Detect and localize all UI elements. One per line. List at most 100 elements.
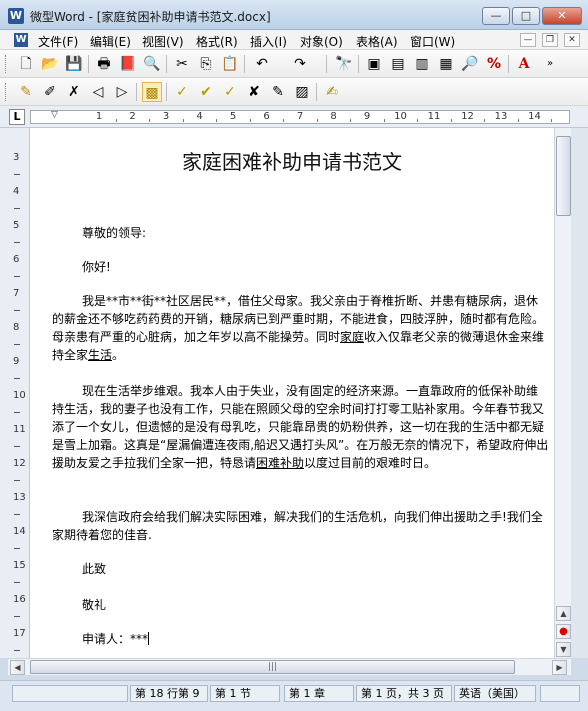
tab-selector[interactable]: L <box>9 109 25 125</box>
show-markup-icon[interactable]: ✎ <box>268 82 288 102</box>
status-language[interactable]: 英语（美国） <box>454 685 536 702</box>
field-icon[interactable]: ▤ <box>388 54 408 74</box>
vertical-ruler-number: 8 <box>13 322 20 333</box>
vertical-scroll-thumb[interactable] <box>556 136 571 216</box>
horizontal-scroll-thumb[interactable]: ||| <box>30 660 515 674</box>
accept-all-icon[interactable]: ✓ <box>220 82 240 102</box>
previous-comment-icon[interactable]: ◁ <box>88 82 108 102</box>
menu-format[interactable]: 格式(R) <box>196 33 238 50</box>
review-toolbar: ✎ ✐ ✗ ◁ ▷ ▩ ✓ ✔ ✓ ✘ ✎ ▨ ✍ <box>0 78 588 106</box>
maximize-button[interactable]: □ <box>512 7 540 25</box>
vertical-ruler-tick <box>14 514 20 515</box>
vertical-ruler-number: 11 <box>13 424 26 435</box>
vertical-ruler-tick <box>14 650 20 651</box>
paragraph-3: 我深信政府会给我们解决实际困难，解决我们的生活危机，向我们伸出援助之手!我们全家… <box>52 510 543 542</box>
page-view-icon[interactable]: ▥ <box>412 54 432 74</box>
ruler-tick <box>517 119 519 122</box>
next-comment-icon[interactable]: ▷ <box>112 82 132 102</box>
ruler-number: 6 <box>263 111 270 122</box>
delete-comment-icon[interactable]: ✗ <box>64 82 84 102</box>
ruler-number: 7 <box>296 111 304 122</box>
track-changes-icon[interactable]: ✎ <box>16 82 36 102</box>
vertical-ruler-number: 10 <box>13 390 26 401</box>
page-number-icon[interactable]: ▣ <box>364 54 384 74</box>
doc-minimize-button[interactable]: — <box>520 33 536 47</box>
ruler-number: 5 <box>229 111 237 122</box>
ruler-number: 11 <box>427 111 441 122</box>
ruler-number: 4 <box>196 111 203 122</box>
open-icon[interactable]: 📂 <box>40 54 60 74</box>
vertical-ruler-tick <box>14 616 20 617</box>
outline-view-icon[interactable]: ▦ <box>436 54 456 74</box>
doc-close-button[interactable]: ✕ <box>564 33 580 47</box>
browse-object-button[interactable]: ● <box>556 624 571 639</box>
accept-change-icon[interactable]: ✓ <box>172 82 192 102</box>
toolbar-separator <box>316 83 317 101</box>
print-icon[interactable]: 🖶 <box>94 54 114 74</box>
vertical-ruler-tick <box>14 582 20 583</box>
doc-restore-button[interactable]: ❐ <box>542 33 558 47</box>
cut-icon[interactable]: ✂ <box>172 54 192 74</box>
vertical-ruler[interactable]: 3 4 5 6 7 8 9 10 11 12 13 14 15 16 17 <box>0 128 30 658</box>
minimize-button[interactable]: — <box>482 7 510 25</box>
ruler-tick <box>417 119 419 122</box>
ruler-number: 3 <box>162 111 170 122</box>
window-title: 微型Word - [家庭贫困补助申请书范文.docx] <box>30 10 271 24</box>
close-button[interactable]: ✕ <box>542 7 582 25</box>
vertical-ruler-tick <box>14 276 20 277</box>
vertical-scrollbar[interactable]: ▲ ● ▼ <box>554 128 571 658</box>
reject-all-icon[interactable]: ✘ <box>244 82 264 102</box>
toolbar-overflow-icon[interactable]: » <box>540 54 560 74</box>
menu-insert[interactable]: 插入(I) <box>250 33 287 50</box>
spell-check-icon[interactable]: % <box>484 54 504 74</box>
vertical-ruler-tick <box>14 208 20 209</box>
status-blank <box>12 685 128 702</box>
menu-window[interactable]: 窗口(W) <box>410 33 455 50</box>
print-preview-icon[interactable]: 🔍 <box>142 54 162 74</box>
vertical-ruler-tick <box>14 480 20 481</box>
menu-edit[interactable]: 编辑(E) <box>90 33 131 50</box>
menu-view[interactable]: 视图(V) <box>142 33 184 50</box>
vertical-ruler-tick <box>14 446 20 447</box>
previous-page-button[interactable]: ▲ <box>556 606 571 621</box>
paste-icon[interactable]: 📋 <box>220 54 240 74</box>
vertical-ruler-number: 3 <box>13 152 20 163</box>
scroll-left-button[interactable]: ◀ <box>10 660 25 675</box>
horizontal-scrollbar[interactable]: ◀ ||| ▶ <box>8 658 571 675</box>
horizontal-ruler[interactable]: 1 2 3 4 5 6 7 8 9 10 11 12 13 14 ▽ <box>30 110 570 124</box>
menu-file[interactable]: 文件(F) <box>38 33 78 50</box>
save-icon[interactable]: 💾 <box>64 54 84 74</box>
pdf-icon[interactable]: 📕 <box>118 54 138 74</box>
edit-comment-icon[interactable]: ✐ <box>40 82 60 102</box>
menu-table[interactable]: 表格(A) <box>356 33 398 50</box>
zoom-icon[interactable]: 🔎 <box>460 54 480 74</box>
toolbar-separator <box>88 55 89 73</box>
redo-icon[interactable]: ↷ <box>290 54 310 74</box>
toolbar-grip[interactable] <box>5 55 8 73</box>
find-icon[interactable]: 🔭 <box>334 54 354 74</box>
vertical-ruler-tick <box>14 242 20 243</box>
ruler-number: 1 <box>95 111 103 122</box>
toolbar-grip[interactable] <box>5 83 8 101</box>
ruler-tick <box>350 119 352 122</box>
word-app-icon[interactable]: W <box>8 8 24 24</box>
document-icon[interactable]: W <box>14 33 28 47</box>
document-page[interactable]: 家庭困难补助申请书范文 尊敬的领导: 你好! 我是**市**街**社区居民**，… <box>30 128 554 658</box>
review-pane-icon[interactable]: ▩ <box>142 82 162 102</box>
next-page-button[interactable]: ▼ <box>556 642 571 657</box>
scroll-right-button[interactable]: ▶ <box>552 660 567 675</box>
toolbar-separator <box>326 55 327 73</box>
reviewing-toolbar-icon[interactable]: ▨ <box>292 82 312 102</box>
new-icon[interactable]: 🗋 <box>16 54 36 74</box>
ruler-tick <box>115 119 117 122</box>
closing-1: 此致 <box>82 562 107 576</box>
first-line-indent-marker[interactable]: ▽ <box>51 110 58 120</box>
menu-object[interactable]: 对象(O) <box>300 33 343 50</box>
font-color-icon[interactable]: A <box>514 54 534 74</box>
copy-icon[interactable]: ⎘ <box>196 54 216 74</box>
reject-change-icon[interactable]: ✔ <box>196 82 216 102</box>
ruler-tick <box>182 119 184 122</box>
menu-bar: W 文件(F) 编辑(E) 视图(V) 格式(R) 插入(I) 对象(O) 表格… <box>0 30 588 50</box>
highlight-icon[interactable]: ✍ <box>322 82 342 102</box>
undo-icon[interactable]: ↶ <box>252 54 272 74</box>
